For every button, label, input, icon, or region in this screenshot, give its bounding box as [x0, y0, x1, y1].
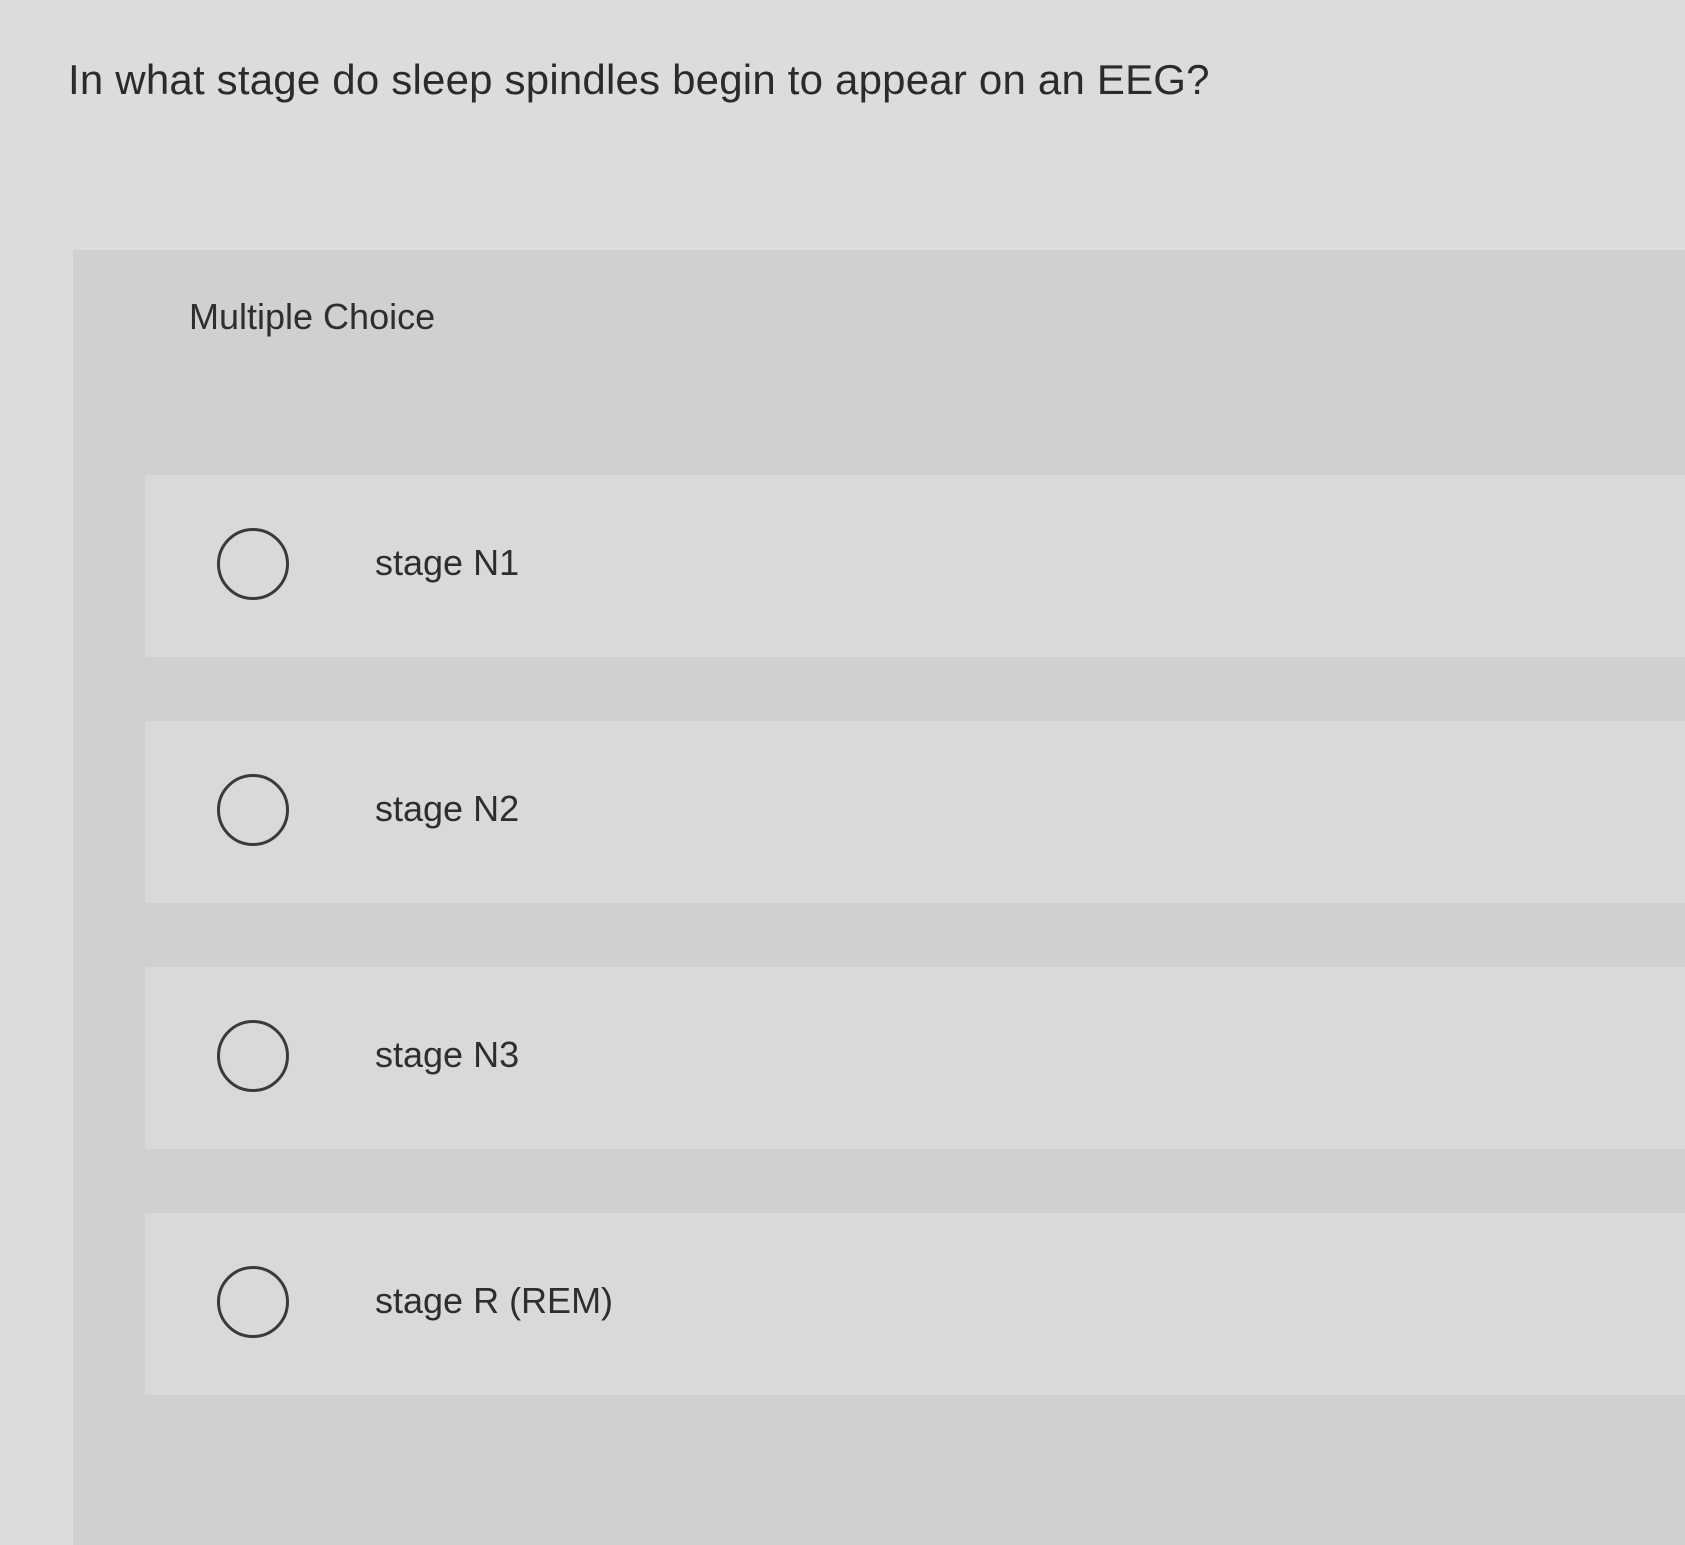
question-type-label: Multiple Choice [189, 296, 436, 337]
question-text: In what stage do sleep spindles begin to… [68, 56, 1210, 103]
choice-option[interactable]: stage R (REM) [145, 1213, 1685, 1395]
choice-label: stage N2 [375, 788, 520, 829]
choice-label: stage R (REM) [375, 1280, 614, 1321]
choice-option[interactable]: stage N3 [145, 967, 1685, 1149]
radio-button-icon[interactable] [217, 774, 289, 846]
choice-label: stage N3 [375, 1034, 520, 1075]
radio-button-icon[interactable] [217, 1266, 289, 1338]
answer-panel: Multiple Choice stage N1 stage N2 stage … [73, 250, 1685, 1545]
choice-option[interactable]: stage N1 [145, 475, 1685, 657]
radio-button-icon[interactable] [217, 1020, 289, 1092]
choice-option[interactable]: stage N2 [145, 721, 1685, 903]
choice-list: stage N1 stage N2 stage N3 stage R (REM) [145, 475, 1685, 1459]
radio-button-icon[interactable] [217, 528, 289, 600]
choice-label: stage N1 [375, 542, 520, 583]
